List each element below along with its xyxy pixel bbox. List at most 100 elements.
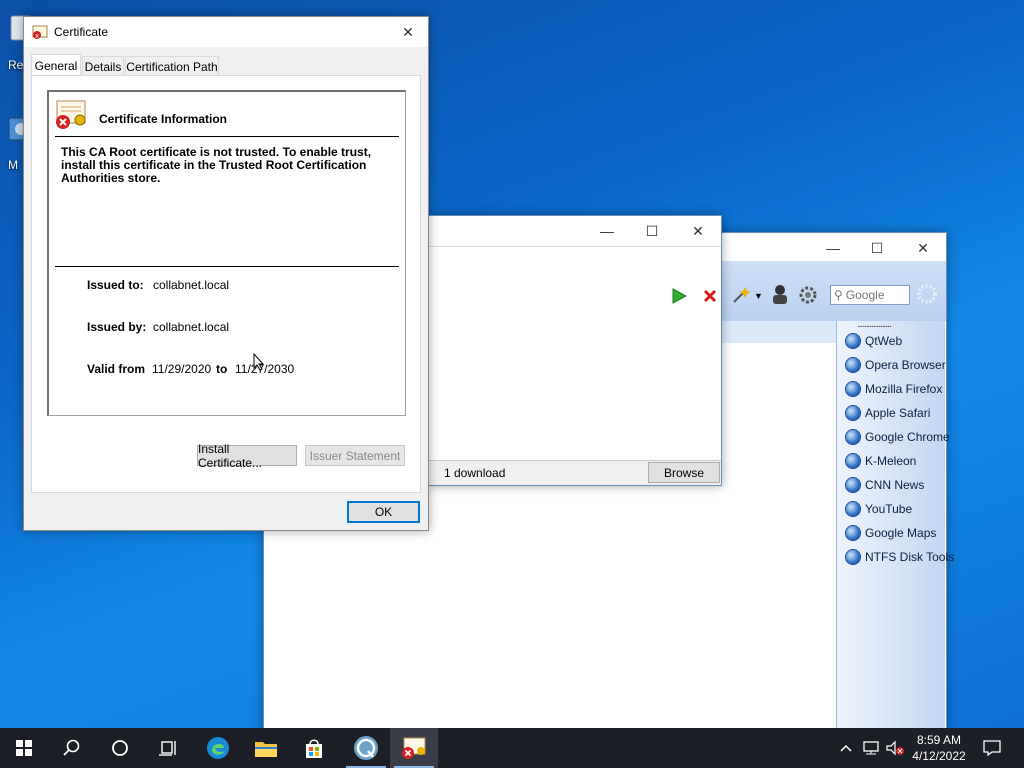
bookmark-ntfs-disk-tools[interactable]: NTFS Disk Tools bbox=[845, 547, 954, 567]
tab-details[interactable]: Details bbox=[82, 56, 124, 76]
globe-icon bbox=[845, 333, 861, 349]
close-button[interactable]: ✕ bbox=[675, 216, 721, 246]
bookmark-firefox[interactable]: Mozilla Firefox bbox=[845, 379, 942, 399]
cortana-icon bbox=[112, 740, 128, 756]
bookmark-safari[interactable]: Apple Safari bbox=[845, 403, 930, 423]
issued-by-label: Issued by: bbox=[87, 320, 147, 334]
bookmark-label: Mozilla Firefox bbox=[865, 382, 943, 396]
clock-date: 4/12/2022 bbox=[912, 749, 966, 763]
divider bbox=[55, 136, 399, 137]
download-window: — ☐ ✕ 1 download Browse bbox=[427, 215, 722, 486]
bookmark-qtweb[interactable]: QtWeb bbox=[845, 331, 902, 351]
download-statusbar: 1 download Browse bbox=[428, 460, 721, 485]
bookmark-label: CNN News bbox=[865, 478, 925, 492]
svg-text:x: x bbox=[35, 32, 39, 40]
store-button[interactable] bbox=[290, 728, 338, 768]
globe-icon bbox=[845, 405, 861, 421]
certificate-titlebar: x Certificate ✕ bbox=[24, 17, 428, 47]
certificate-dialog: x Certificate ✕ General Details Certific… bbox=[23, 16, 429, 531]
network-icon bbox=[863, 741, 879, 755]
qtweb-taskbar-button[interactable] bbox=[342, 728, 390, 768]
maximize-button[interactable]: ☐ bbox=[629, 216, 675, 246]
settings-gear-icon[interactable] bbox=[798, 285, 818, 305]
issued-to-label: Issued to: bbox=[87, 278, 144, 292]
globe-icon bbox=[845, 453, 861, 469]
untrusted-certificate-icon bbox=[55, 100, 89, 130]
install-certificate-button[interactable]: Install Certificate... bbox=[197, 442, 297, 470]
bookmark-label: NTFS Disk Tools bbox=[865, 550, 955, 564]
maximize-button[interactable]: ☐ bbox=[854, 233, 900, 263]
tab-general[interactable]: General bbox=[31, 54, 81, 77]
globe-icon bbox=[845, 525, 861, 541]
bookmark-label: K-Meleon bbox=[865, 454, 917, 468]
bookmark-chrome[interactable]: Google Chrome bbox=[845, 427, 950, 447]
bookmark-label: Google Maps bbox=[865, 526, 937, 540]
edge-button[interactable] bbox=[194, 728, 242, 768]
taskbar: 8:59 AM 4/12/2022 bbox=[0, 728, 1024, 768]
search-input[interactable]: ⚲ Google bbox=[830, 285, 910, 305]
issuer-statement-button[interactable]: Issuer Statement bbox=[305, 445, 405, 466]
folder-icon bbox=[255, 742, 277, 757]
warning-line: Authorities store. bbox=[61, 171, 161, 185]
bookmark-label: Apple Safari bbox=[865, 406, 931, 420]
dialog-title: Certificate bbox=[54, 25, 109, 39]
action-center-button[interactable] bbox=[978, 728, 1006, 768]
chevron-down-icon[interactable]: ▼ bbox=[754, 291, 763, 301]
valid-to-label: to bbox=[216, 362, 228, 376]
minimize-button[interactable]: — bbox=[584, 216, 630, 246]
search-button[interactable] bbox=[48, 728, 96, 768]
bookmark-cnn[interactable]: CNN News bbox=[845, 475, 924, 495]
bookmark-k-meleon[interactable]: K-Meleon bbox=[845, 451, 916, 471]
certificate-info-box: Certificate Information This CA Root cer… bbox=[47, 90, 406, 416]
windows-logo-icon bbox=[16, 740, 32, 756]
bookmark-opera[interactable]: Opera Browser bbox=[845, 355, 946, 375]
close-button[interactable]: ✕ bbox=[388, 17, 428, 47]
certificate-taskbar-button[interactable] bbox=[390, 728, 438, 768]
task-view-button[interactable] bbox=[144, 728, 192, 768]
cancel-x-icon[interactable] bbox=[703, 289, 717, 303]
cortana-button[interactable] bbox=[96, 728, 144, 768]
general-tab-panel: Certificate Information This CA Root cer… bbox=[31, 75, 421, 493]
clock[interactable]: 8:59 AM 4/12/2022 bbox=[908, 728, 970, 768]
chevron-up-icon bbox=[840, 744, 852, 752]
loading-spinner-icon bbox=[916, 283, 938, 305]
close-button[interactable]: ✕ bbox=[900, 233, 946, 263]
volume-muted-icon bbox=[886, 740, 904, 756]
globe-icon bbox=[845, 477, 861, 493]
minimize-button[interactable]: — bbox=[810, 233, 856, 263]
issued-to-value: collabnet.local bbox=[153, 278, 230, 292]
network-button[interactable] bbox=[860, 728, 882, 768]
notification-icon bbox=[983, 740, 1001, 756]
bookmark-label: Opera Browser bbox=[865, 358, 946, 372]
download-titlebar: — ☐ ✕ bbox=[428, 216, 721, 247]
bookmark-youtube[interactable]: YouTube bbox=[845, 499, 912, 519]
trust-warning-text: This CA Root certificate is not trusted.… bbox=[61, 146, 371, 185]
privacy-icon[interactable] bbox=[770, 283, 790, 305]
resume-play-icon[interactable] bbox=[671, 288, 688, 304]
ok-button[interactable]: OK bbox=[347, 501, 420, 523]
bookmarks-header: ................... bbox=[857, 319, 892, 330]
search-placeholder: Google bbox=[845, 288, 885, 302]
store-icon bbox=[306, 739, 322, 758]
volume-button[interactable] bbox=[884, 728, 906, 768]
bookmark-label: QtWeb bbox=[865, 334, 903, 348]
file-explorer-button[interactable] bbox=[242, 728, 290, 768]
browse-button[interactable]: Browse bbox=[648, 462, 720, 483]
mouse-cursor-icon bbox=[253, 352, 265, 371]
start-button[interactable] bbox=[0, 728, 48, 768]
globe-icon bbox=[845, 501, 861, 517]
info-title: Certificate Information bbox=[99, 112, 228, 126]
tab-certification-path[interactable]: Certification Path bbox=[125, 56, 219, 76]
show-hidden-icons-button[interactable] bbox=[836, 728, 856, 768]
globe-icon bbox=[845, 381, 861, 397]
qtweb-icon bbox=[354, 736, 378, 760]
bookmark-google-maps[interactable]: Google Maps bbox=[845, 523, 936, 543]
desktop-icon-label: M bbox=[8, 158, 18, 172]
issued-by-value: collabnet.local bbox=[153, 320, 230, 334]
bookmarks-panel: ................... QtWeb Opera Browser … bbox=[836, 319, 954, 730]
search-icon: ⚲ bbox=[834, 288, 843, 302]
certificate-icon: x bbox=[32, 24, 48, 40]
download-count: 1 download bbox=[444, 466, 506, 480]
magic-wand-icon[interactable] bbox=[730, 285, 752, 305]
desktop-icon-label: Re bbox=[8, 58, 24, 72]
